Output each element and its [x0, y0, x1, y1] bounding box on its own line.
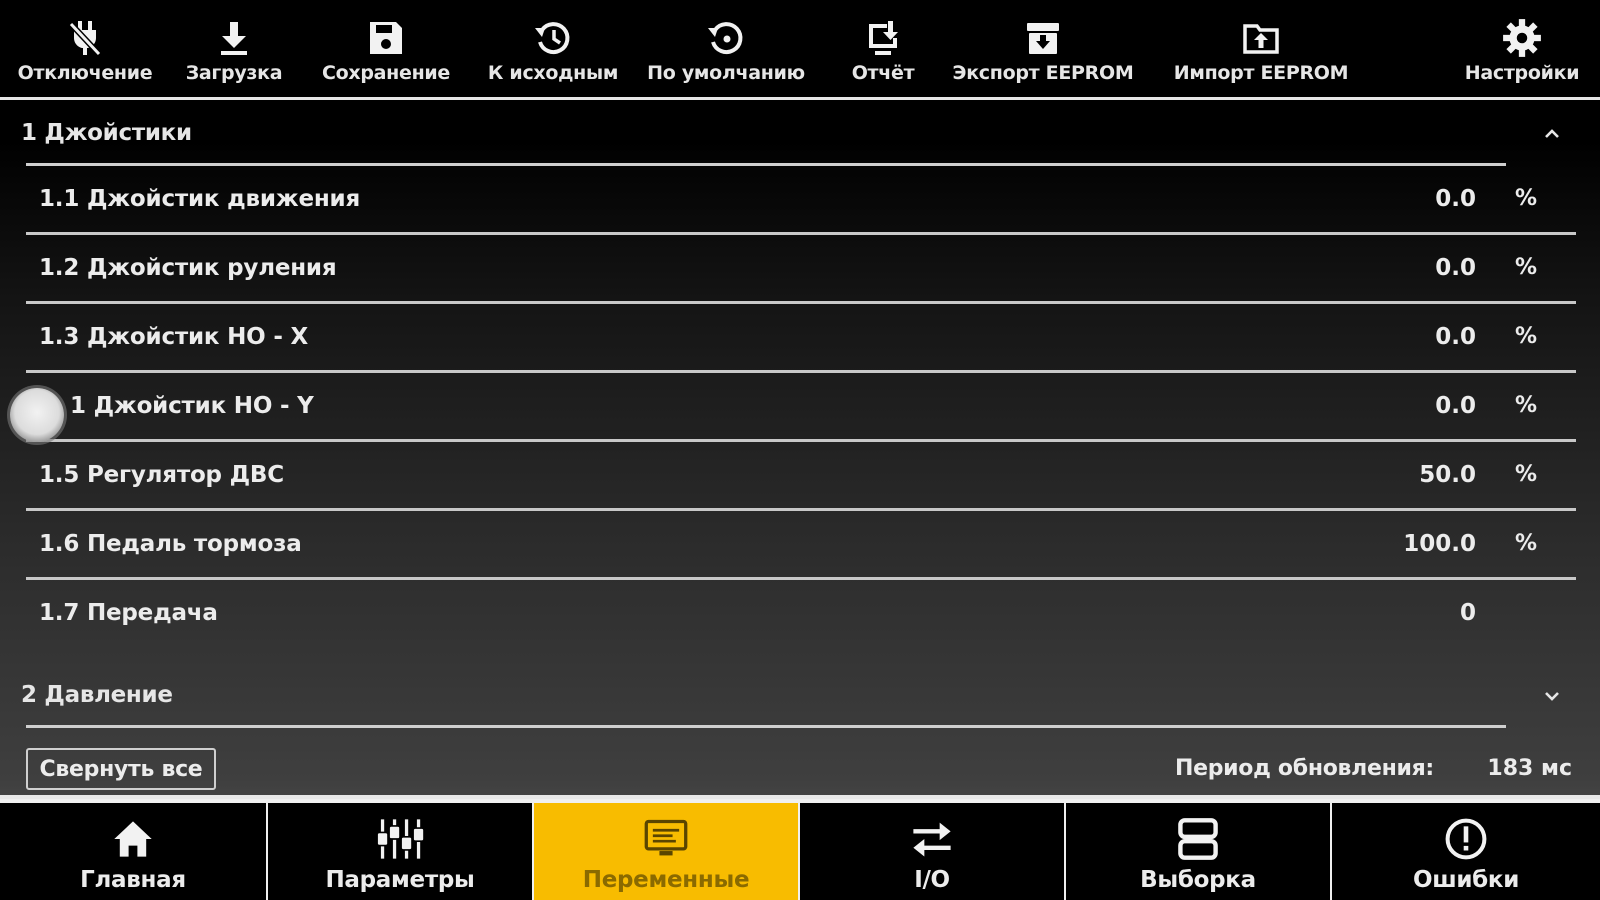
sliders-icon [376, 815, 424, 863]
chevron-down-icon [1542, 686, 1562, 706]
variables-list: 1 Джойстики 1.1 Джойстик движения 0.0 % … [0, 100, 1600, 795]
tab-label: Главная [80, 867, 186, 893]
tab-home[interactable]: Главная [0, 803, 266, 900]
variable-name: 1.5 Регулятор ДВС [39, 462, 284, 488]
group-title: 2 Давление [21, 682, 173, 708]
variable-value: 0.0 [1435, 186, 1476, 212]
storage-icon [1174, 815, 1222, 863]
variable-unit: % [1514, 393, 1538, 418]
tab-label: Выборка [1140, 867, 1256, 893]
list-item[interactable]: 1.6 Педаль тормоза 100.0 % [26, 511, 1576, 580]
update-period-value: 183 мс [1487, 756, 1572, 781]
variable-name: 1.6 Педаль тормоза [39, 531, 302, 557]
export-eeprom-button[interactable]: Экспорт EEPROM [948, 0, 1138, 97]
disconnect-label: Отключение [17, 62, 153, 84]
alert-circle-icon [1442, 815, 1490, 863]
report-label: Отчёт [851, 62, 915, 84]
variable-value: 0.0 [1435, 255, 1476, 281]
tab-io[interactable]: I/O [800, 803, 1064, 900]
variable-unit: % [1514, 255, 1538, 280]
revert-label: К исходным [487, 62, 619, 84]
report-button[interactable]: Отчёт [838, 0, 928, 97]
list-item[interactable]: 1.7 Передача 0 [26, 580, 1576, 649]
top-toolbar: Отключение Загрузка Сохранение К исходны… [0, 0, 1600, 100]
load-button[interactable]: Загрузка [184, 0, 284, 97]
collapse-all-button[interactable]: Свернуть все [26, 748, 216, 790]
variable-value: 0.0 [1435, 393, 1476, 419]
list-item[interactable]: 1 Джойстик НО - Y 0.0 % [26, 373, 1576, 442]
list-item[interactable]: 1.5 Регулятор ДВС 50.0 % [26, 442, 1576, 511]
variable-unit: % [1514, 531, 1538, 556]
variable-unit: % [1514, 324, 1538, 349]
tab-label: Ошибки [1412, 867, 1520, 893]
variable-name: 1.2 Джойстик руления [39, 255, 337, 281]
group-divider [26, 725, 1506, 728]
home-icon [109, 815, 157, 863]
settings-button[interactable]: Настройки [1462, 0, 1582, 97]
archive-export-icon [1021, 16, 1065, 60]
variable-unit: % [1514, 186, 1538, 211]
group-header-pressure[interactable]: 2 Давление [0, 662, 1600, 728]
variable-value: 0 [1459, 600, 1476, 626]
defaults-button[interactable]: По умолчанию [646, 0, 806, 97]
variable-value: 50.0 [1419, 462, 1476, 488]
list-item[interactable]: 1.2 Джойстик руления 0.0 % [26, 235, 1576, 304]
gear-icon [1500, 16, 1544, 60]
disconnect-button[interactable]: Отключение [17, 0, 153, 97]
variable-unit: % [1514, 462, 1538, 487]
save-icon [364, 16, 408, 60]
settings-label: Настройки [1464, 62, 1580, 84]
monitor-icon [642, 815, 690, 863]
variable-value: 100.0 [1403, 531, 1476, 557]
save-label: Сохранение [321, 62, 450, 84]
variable-name: 1.7 Передача [39, 600, 218, 626]
restore-icon [704, 16, 748, 60]
load-label: Загрузка [185, 62, 283, 84]
tab-label: I/O [914, 867, 950, 893]
tab-errors[interactable]: Ошибки [1332, 803, 1600, 900]
tab-variables[interactable]: Переменные [534, 803, 798, 900]
group-title: 1 Джойстики [21, 120, 192, 146]
variable-value: 0.0 [1435, 324, 1476, 350]
variable-name: 1 Джойстик НО - Y [70, 393, 314, 419]
touch-indicator [10, 388, 64, 442]
chevron-up-icon [1542, 124, 1562, 144]
tab-label: Переменные [582, 867, 750, 893]
import-eeprom-label: Импорт EEPROM [1173, 62, 1349, 84]
tab-sampling[interactable]: Выборка [1066, 803, 1330, 900]
tab-label: Параметры [325, 867, 475, 893]
plug-off-icon [63, 16, 107, 60]
app-window: Отключение Загрузка Сохранение К исходны… [0, 0, 1600, 900]
defaults-label: По умолчанию [647, 62, 805, 84]
tab-parameters[interactable]: Параметры [268, 803, 532, 900]
swap-arrows-icon [908, 815, 956, 863]
update-period-label: Период обновления: [1175, 756, 1434, 781]
download-icon [212, 16, 256, 60]
import-eeprom-button[interactable]: Импорт EEPROM [1168, 0, 1354, 97]
variable-name: 1.1 Джойстик движения [39, 186, 361, 212]
report-download-icon [861, 16, 905, 60]
group-header-joysticks[interactable]: 1 Джойстики [0, 100, 1600, 166]
save-button[interactable]: Сохранение [318, 0, 454, 97]
export-eeprom-label: Экспорт EEPROM [952, 62, 1134, 84]
list-item[interactable]: 1.3 Джойстик НО - X 0.0 % [26, 304, 1576, 373]
variable-name: 1.3 Джойстик НО - X [39, 324, 309, 350]
history-icon [531, 16, 575, 60]
list-item[interactable]: 1.1 Джойстик движения 0.0 % [26, 166, 1576, 235]
bottom-navigation: Главная Параметры Переменные I/O Выборка… [0, 795, 1600, 900]
revert-button[interactable]: К исходным [480, 0, 626, 97]
folder-upload-icon [1239, 16, 1283, 60]
